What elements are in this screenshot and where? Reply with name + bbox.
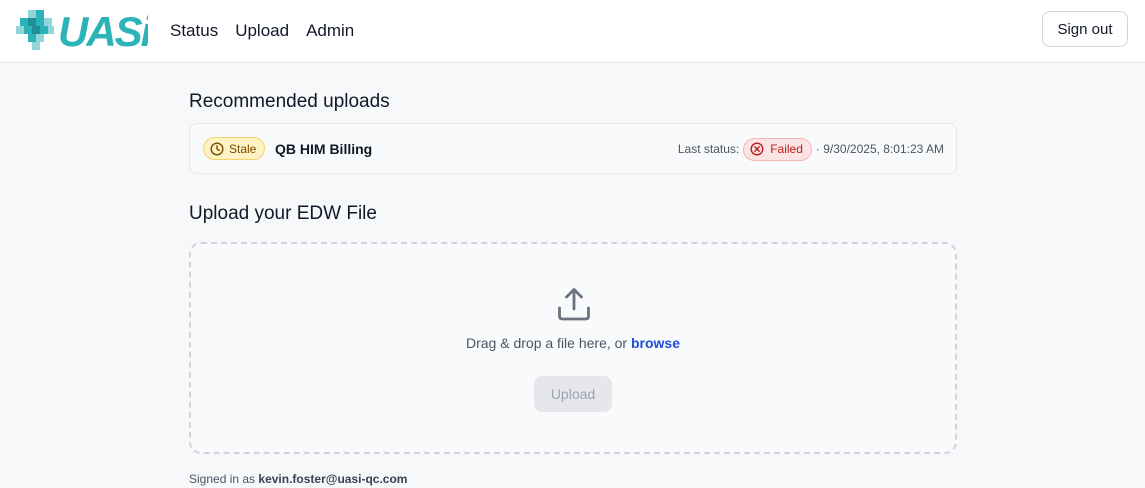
stale-badge-label: Stale <box>229 141 257 156</box>
logo-graphic: UASi <box>16 8 156 55</box>
upload-tray-icon <box>558 288 590 321</box>
failed-status-label: Failed <box>770 142 803 156</box>
last-status: Last status: Failed · 9/30/2025, 8:01:23… <box>678 137 944 161</box>
recommended-upload-item[interactable]: Stale QB HIM Billing Last status: Failed… <box>189 123 957 174</box>
main-nav: Status Upload Admin <box>170 0 354 62</box>
signed-in-email: kevin.foster@uasi-qc.com <box>258 472 408 486</box>
signed-in-prefix: Signed in as <box>189 472 256 486</box>
nav-status[interactable]: Status <box>170 21 218 41</box>
upload-heading: Upload your EDW File <box>189 203 377 224</box>
signed-in-info: Signed in as kevin.foster@uasi-qc.com <box>189 472 407 486</box>
browse-link[interactable]: browse <box>631 335 680 351</box>
nav-admin[interactable]: Admin <box>306 21 354 41</box>
dropzone-instructions: Drag & drop a file here, or browse <box>191 335 955 351</box>
sign-out-button[interactable]: Sign out <box>1042 11 1128 47</box>
clock-icon <box>210 141 224 156</box>
stale-badge: Stale <box>203 137 266 160</box>
uasi-logo[interactable]: UASi <box>16 8 156 55</box>
recommended-uploads-heading: Recommended uploads <box>189 91 390 112</box>
x-circle-icon <box>750 142 764 156</box>
svg-text:UASi: UASi <box>58 8 148 52</box>
last-status-label: Last status: <box>677 142 740 156</box>
file-dropzone[interactable]: Drag & drop a file here, or browse Uploa… <box>189 242 957 454</box>
failed-status-badge: Failed <box>743 137 812 161</box>
nav-upload[interactable]: Upload <box>235 21 289 41</box>
top-header: UASi Status Upload Admin Sign out <box>0 0 1145 63</box>
upload-button[interactable]: Upload <box>534 376 612 412</box>
dropzone-text: Drag & drop a file here, or <box>466 335 628 351</box>
recommended-file-name: QB HIM Billing <box>275 141 373 157</box>
last-status-timestamp: · 9/30/2025, 8:01:23 AM <box>815 142 944 156</box>
